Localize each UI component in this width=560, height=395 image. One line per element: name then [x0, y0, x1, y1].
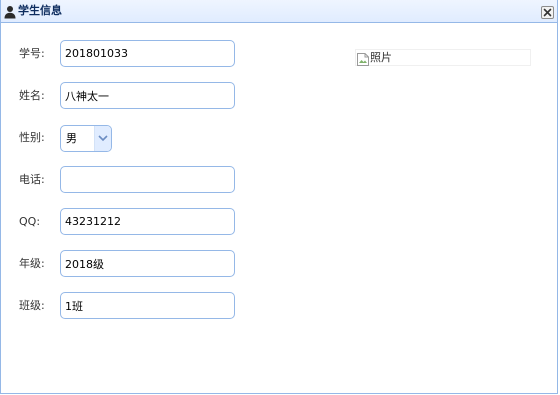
gender-select[interactable]: 男: [60, 125, 112, 152]
student-photo: 照片: [355, 49, 531, 66]
qq-input[interactable]: [60, 208, 235, 235]
dialog-titlebar[interactable]: 学生信息: [1, 0, 557, 23]
name-label: 姓名:: [19, 89, 45, 102]
grade-label: 年级:: [19, 257, 45, 270]
gender-label: 性别:: [19, 131, 45, 144]
dialog-title: 学生信息: [18, 4, 62, 17]
class-input[interactable]: [60, 292, 235, 319]
photo-alt-text: 照片: [370, 51, 392, 64]
class-label: 班级:: [19, 299, 45, 312]
student-id-input[interactable]: [60, 40, 235, 67]
broken-image-icon: [357, 51, 369, 66]
phone-label: 电话:: [19, 173, 45, 186]
qq-label: QQ:: [19, 215, 41, 228]
student-info-dialog: 学生信息 学号: 姓名: 性别: 男 电话: QQ: 年级: 班级:: [0, 0, 558, 394]
close-icon[interactable]: [541, 4, 554, 19]
gender-select-value: 男: [66, 132, 77, 145]
name-input[interactable]: [60, 82, 235, 109]
grade-input[interactable]: [60, 250, 235, 277]
student-id-label: 学号:: [19, 47, 45, 60]
user-icon: [4, 4, 16, 19]
chevron-down-icon[interactable]: [94, 126, 111, 151]
phone-input[interactable]: [60, 166, 235, 193]
